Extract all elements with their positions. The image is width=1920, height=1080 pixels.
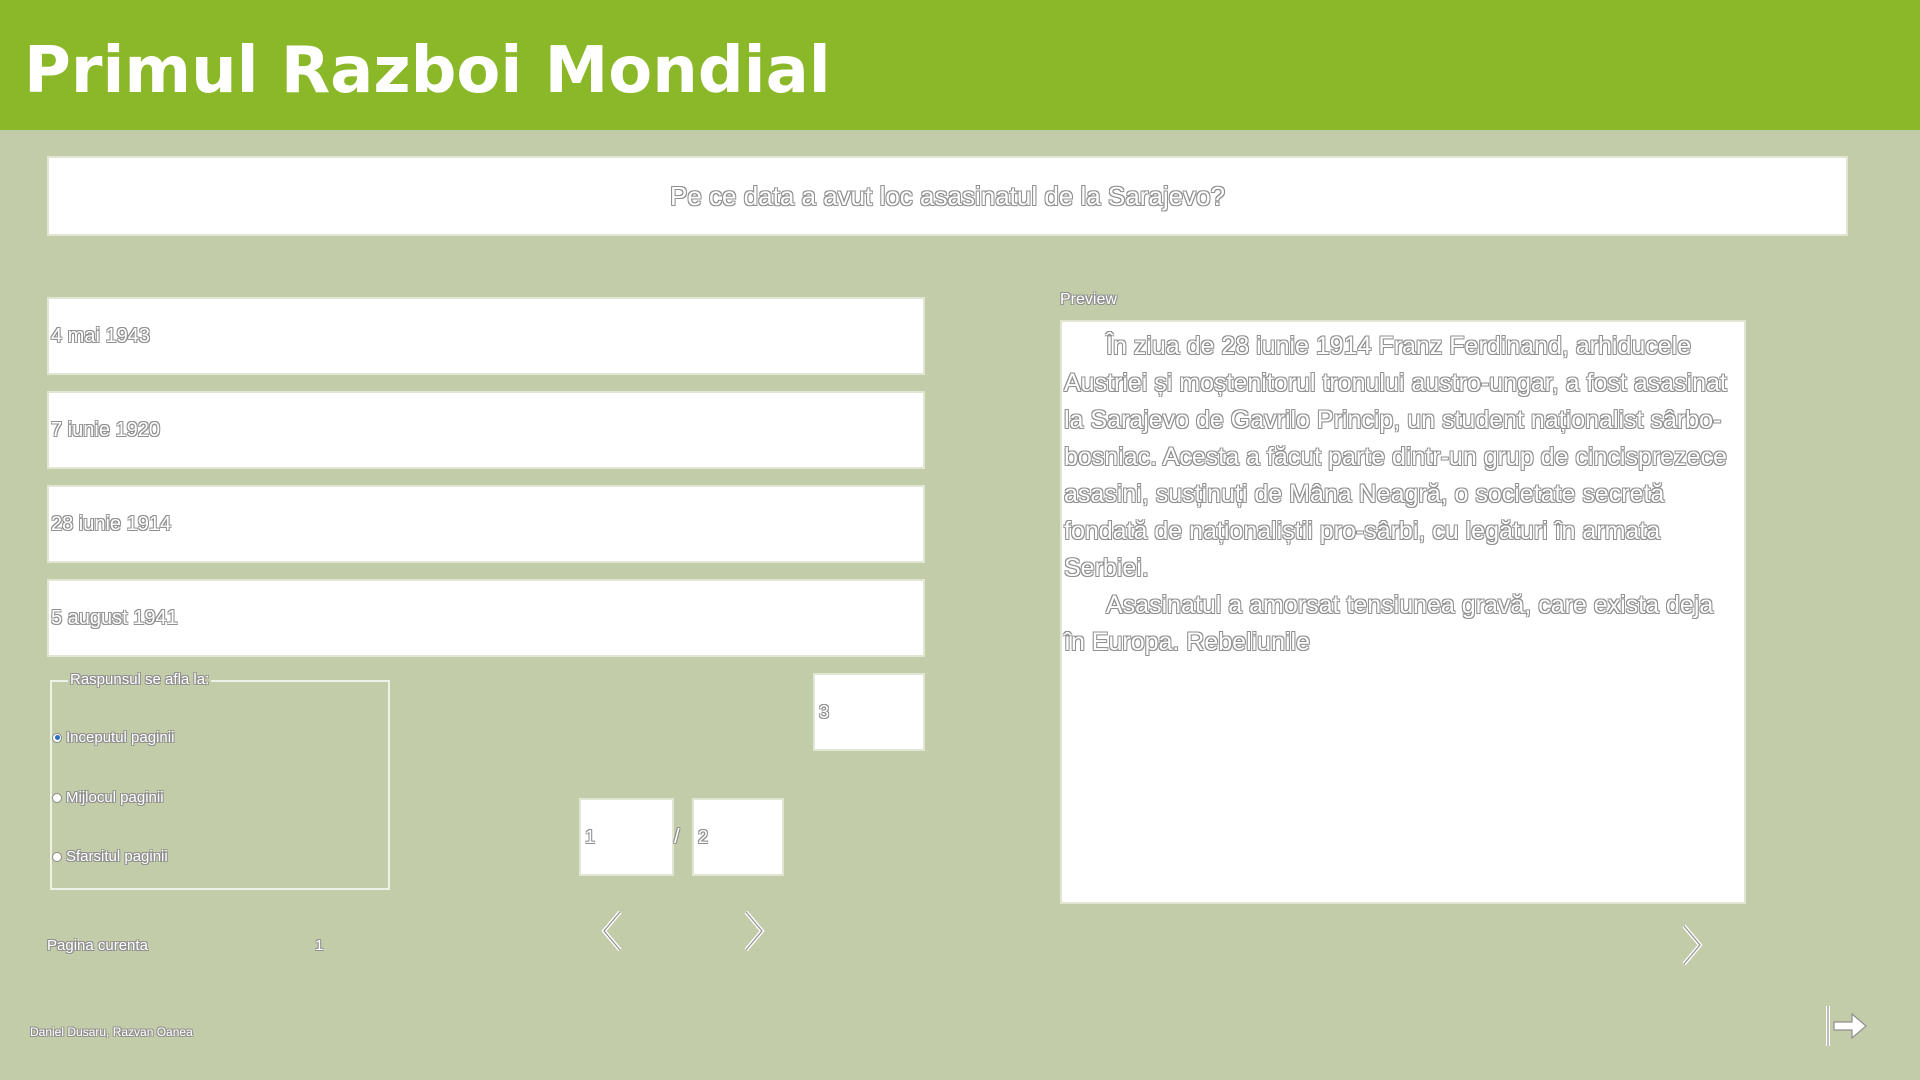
authors-footer: Daniel Dusaru, Razvan Oanea	[30, 1025, 193, 1039]
radio-label: Inceputul paginii	[66, 729, 175, 746]
page-total-field[interactable]: 2	[692, 798, 784, 876]
exit-button[interactable]	[1824, 1004, 1870, 1048]
radio-dot[interactable]	[52, 792, 62, 803]
answer-option-1[interactable]: 4 mai 1943	[47, 297, 925, 375]
radio-dot[interactable]	[52, 851, 62, 862]
question-box: Pe ce data a avut loc asasinatul de la S…	[47, 156, 1848, 236]
page-current-field[interactable]: 1	[579, 798, 674, 876]
current-page-label: Pagina curenta	[47, 937, 148, 954]
answer-option-4[interactable]: 5 august 1941	[47, 579, 925, 657]
chevron-left-icon	[601, 910, 622, 952]
current-page-value: 1	[315, 937, 324, 954]
chevron-right-icon	[744, 910, 765, 952]
app-header: Primul Razboi Mondial	[0, 0, 1920, 130]
app-title: Primul Razboi Mondial	[24, 34, 831, 108]
preview-next-button[interactable]	[1674, 922, 1708, 968]
answer-location-legend: Raspunsul se afla la:	[68, 671, 212, 688]
preview-label: Preview	[1060, 291, 1117, 308]
next-page-button[interactable]	[736, 908, 770, 954]
preview-paragraph: Asasinatul a amorsat tensiunea gravă, ca…	[1064, 591, 1714, 656]
answer-option-3[interactable]: 28 iunie 1914	[47, 485, 925, 563]
chevron-right-icon	[1682, 924, 1703, 966]
radio-dot[interactable]	[52, 732, 62, 743]
answer-option-2[interactable]: 7 iunie 1920	[47, 391, 925, 469]
preview-text-box: În ziua de 28 iunie 1914 Franz Ferdinand…	[1060, 320, 1746, 904]
answer-number-field[interactable]: 3	[813, 673, 925, 751]
radio-middle[interactable]: Mijlocul paginii	[52, 789, 164, 806]
answer-location-group: Raspunsul se afla la: Inceputul paginii …	[50, 671, 390, 890]
exit-icon	[1826, 1006, 1867, 1046]
radio-end[interactable]: Sfarsitul paginii	[52, 848, 168, 865]
page-separator: /	[674, 826, 680, 848]
radio-label: Mijlocul paginii	[66, 789, 164, 806]
radio-label: Sfarsitul paginii	[66, 848, 168, 865]
prev-page-button[interactable]	[596, 908, 630, 954]
radio-beginning[interactable]: Inceputul paginii	[52, 729, 174, 746]
preview-paragraph: În ziua de 28 iunie 1914 Franz Ferdinand…	[1064, 332, 1727, 582]
